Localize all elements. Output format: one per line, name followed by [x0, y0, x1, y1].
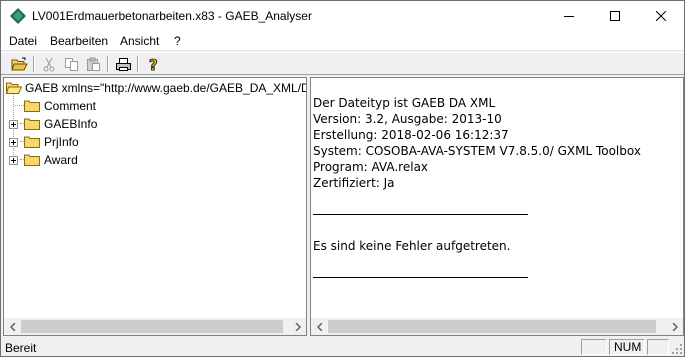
tree-pane[interactable]: GAEB xmlns="http://www.gaeb.de/GAEB_DA_X… — [3, 77, 307, 336]
tree-item-prjinfo[interactable]: PrjInfo — [4, 134, 204, 150]
chevron-left-icon — [316, 322, 323, 331]
tree-item-label: Comment — [44, 99, 97, 113]
chevron-right-icon — [671, 322, 678, 331]
maximize-icon — [610, 11, 620, 21]
window-title: LV001Erdmauerbetonarbeiten.x83 - GAEB_An… — [32, 9, 312, 23]
info-line-created: Erstellung: 2018-02-06 16:12:37 — [313, 128, 509, 142]
tree-item-label: Award — [44, 153, 78, 167]
status-text: Bereit — [5, 341, 37, 355]
status-bar: Bereit NUM — [1, 338, 684, 356]
help-button[interactable]: ? — [142, 55, 164, 74]
info-line-certified: Zertifiziert: Ja — [313, 176, 395, 190]
info-horizontal-scrollbar[interactable] — [311, 318, 683, 335]
print-icon — [115, 58, 131, 71]
print-button[interactable] — [112, 55, 134, 74]
scroll-right-button[interactable] — [289, 318, 306, 335]
expand-plus-icon[interactable] — [9, 138, 18, 147]
toolbar-separator — [33, 56, 35, 72]
scroll-left-button[interactable] — [311, 318, 328, 335]
menu-ansicht[interactable]: Ansicht — [120, 34, 159, 48]
tree-horizontal-scrollbar[interactable] — [4, 318, 306, 335]
menu-datei[interactable]: Datei — [9, 34, 37, 48]
chevron-right-icon — [294, 322, 301, 331]
result-message: Es sind keine Fehler aufgetreten. — [313, 239, 511, 253]
toolbar-separator — [107, 56, 109, 72]
scroll-left-button[interactable] — [4, 318, 21, 335]
svg-text:?: ? — [149, 56, 158, 73]
menu-bearbeiten[interactable]: Bearbeiten — [50, 34, 108, 48]
status-indicator-empty — [647, 339, 669, 355]
help-icon: ? — [149, 56, 159, 73]
folder-icon — [24, 118, 40, 130]
tree-item-label: GAEBInfo — [44, 117, 98, 131]
cut-button[interactable] — [38, 55, 60, 74]
folder-icon — [24, 154, 40, 166]
minimize-button[interactable] — [546, 1, 592, 31]
app-window: LV001Erdmauerbetonarbeiten.x83 - GAEB_An… — [0, 0, 685, 357]
status-indicator-num: NUM — [609, 339, 645, 355]
divider — [313, 214, 528, 215]
expand-plus-icon[interactable] — [9, 156, 18, 165]
tree-item-label: PrjInfo — [44, 135, 79, 149]
info-line-system: System: COSOBA-AVA-SYSTEM V7.8.5.0/ GXML… — [313, 144, 641, 158]
tree-item-label: GAEB xmlns="http://www.gaeb.de/GAEB_DA_X… — [25, 81, 307, 95]
expand-plus-icon[interactable] — [9, 120, 18, 129]
tree-item-root[interactable]: GAEB xmlns="http://www.gaeb.de/GAEB_DA_X… — [4, 80, 306, 96]
menu-help[interactable]: ? — [174, 34, 181, 48]
copy-icon — [64, 58, 78, 71]
folder-open-icon — [6, 82, 22, 94]
folder-icon — [24, 100, 40, 112]
title-bar[interactable]: LV001Erdmauerbetonarbeiten.x83 - GAEB_An… — [1, 1, 684, 31]
scroll-thumb[interactable] — [328, 320, 656, 333]
minimize-icon — [564, 16, 574, 17]
copy-button[interactable] — [60, 55, 82, 74]
app-diamond-icon — [10, 8, 26, 24]
info-pane[interactable]: Der Dateityp ist GAEB DA XML Version: 3.… — [310, 77, 684, 336]
menu-bar: Datei Bearbeiten Ansicht ? — [1, 31, 684, 51]
status-indicator-empty — [581, 339, 607, 355]
scroll-thumb[interactable] — [21, 320, 283, 333]
open-button[interactable] — [8, 55, 30, 74]
toolbar-separator — [137, 56, 139, 72]
info-line-version: Version: 3.2, Ausgabe: 2013-10 — [313, 112, 502, 126]
paste-button[interactable] — [82, 55, 104, 74]
cut-icon — [43, 57, 55, 72]
toolbar: ? — [1, 52, 684, 75]
resize-grip-icon[interactable] — [671, 343, 683, 355]
folder-icon — [24, 136, 40, 148]
info-line-filetype: Der Dateityp ist GAEB DA XML — [313, 96, 496, 110]
tree-item-award[interactable]: Award — [4, 152, 204, 168]
paste-icon — [86, 57, 100, 71]
scroll-right-button[interactable] — [666, 318, 683, 335]
open-folder-icon — [10, 57, 28, 71]
tree-item-gaebinfo[interactable]: GAEBInfo — [4, 116, 204, 132]
tree-item-comment[interactable]: Comment — [4, 98, 204, 114]
maximize-button[interactable] — [592, 1, 638, 31]
close-icon — [656, 11, 666, 21]
chevron-left-icon — [9, 322, 16, 331]
divider — [313, 277, 528, 278]
close-button[interactable] — [638, 1, 684, 31]
info-line-program: Program: AVA.relax — [313, 160, 429, 174]
